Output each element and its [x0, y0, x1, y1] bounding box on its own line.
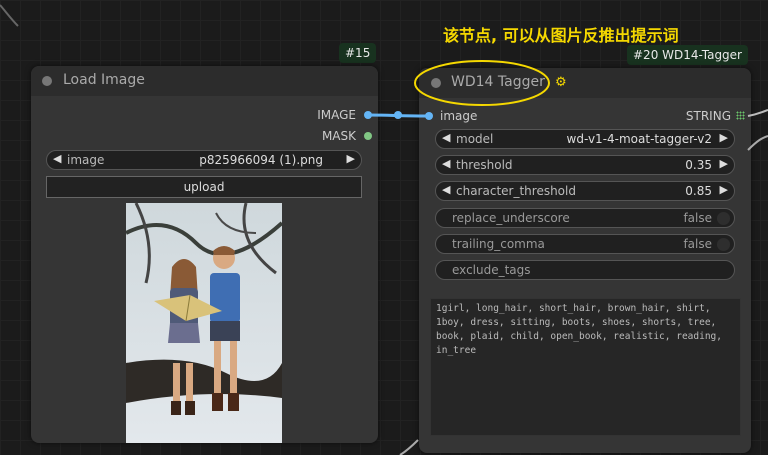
load-image-node[interactable]: Load Image IMAGE MASK ◀ image p825966094… [31, 66, 378, 443]
output-string-socket-icon[interactable] [736, 111, 745, 120]
character-threshold-label: character_threshold [456, 184, 576, 198]
arrow-left-icon[interactable]: ◀ [442, 157, 450, 170]
model-label: model [456, 132, 494, 146]
arrow-left-icon[interactable]: ◀ [53, 152, 61, 165]
arrow-right-icon[interactable]: ▶ [720, 157, 728, 170]
model-value: wd-v1-4-moat-tagger-v2 [566, 132, 712, 146]
toggle-off-icon[interactable] [717, 238, 730, 251]
output-mask-label: MASK [321, 129, 356, 143]
image-select-value: p825966094 (1).png [199, 153, 323, 167]
arrow-right-icon[interactable]: ▶ [347, 152, 355, 165]
trailing-comma-toggle[interactable]: trailing_comma false [435, 234, 735, 254]
collapse-dot-icon[interactable] [42, 76, 52, 86]
output-image-socket[interactable] [364, 111, 372, 119]
string-output-wire [747, 109, 768, 117]
character-threshold-widget[interactable]: ◀ character_threshold 0.85 ▶ [435, 181, 735, 201]
model-select-widget[interactable]: ◀ model wd-v1-4-moat-tagger-v2 ▶ [435, 129, 735, 149]
wd14-tagger-node[interactable]: WD14 Tagger ⚙ image STRING ◀ model wd-v1… [419, 68, 751, 453]
output-image-label: IMAGE [317, 108, 356, 122]
exclude-tags-field[interactable]: exclude_tags [435, 260, 735, 280]
tagger-title: WD14 Tagger [451, 74, 545, 90]
bottom-wire [399, 439, 419, 455]
replace-underscore-label: replace_underscore [452, 211, 570, 225]
output-mask-socket[interactable] [364, 132, 372, 140]
annotation-text: 该节点, 可以从图片反推出提示词 [443, 26, 679, 45]
toggle-off-icon[interactable] [717, 212, 730, 225]
arrow-left-icon[interactable]: ◀ [442, 183, 450, 196]
link-midpoint-dot [394, 111, 402, 119]
image-select-widget[interactable]: ◀ image p825966094 (1).png ▶ [46, 150, 362, 170]
trailing-comma-value: false [683, 237, 712, 251]
input-image-socket[interactable] [425, 112, 433, 120]
image-preview [126, 203, 282, 443]
top-left-wire [0, 4, 19, 27]
image-select-label: image [67, 153, 105, 167]
threshold-widget[interactable]: ◀ threshold 0.35 ▶ [435, 155, 735, 175]
output-string-label: STRING [685, 109, 731, 123]
arrow-right-icon[interactable]: ▶ [720, 183, 728, 196]
offscreen-wire [747, 135, 768, 151]
threshold-label: threshold [456, 158, 513, 172]
load-image-id-badge: #15 [339, 43, 377, 63]
trailing-comma-label: trailing_comma [452, 237, 545, 251]
python-icon: ⚙ [555, 75, 567, 90]
tagger-id-badge: #20 WD14-Tagger [627, 45, 748, 65]
arrow-left-icon[interactable]: ◀ [442, 131, 450, 144]
load-image-header[interactable]: Load Image [31, 66, 378, 96]
replace-underscore-value: false [683, 211, 712, 225]
threshold-value: 0.35 [685, 158, 712, 172]
exclude-tags-label: exclude_tags [452, 263, 531, 277]
upload-button[interactable]: upload [46, 176, 362, 198]
tags-output-textarea[interactable]: 1girl, long_hair, short_hair, brown_hair… [430, 298, 741, 436]
character-threshold-value: 0.85 [685, 184, 712, 198]
replace-underscore-toggle[interactable]: replace_underscore false [435, 208, 735, 228]
arrow-right-icon[interactable]: ▶ [720, 131, 728, 144]
load-image-title: Load Image [63, 72, 145, 88]
tagger-header[interactable]: WD14 Tagger ⚙ [419, 68, 751, 98]
input-image-label: image [440, 109, 478, 123]
collapse-dot-icon[interactable] [431, 78, 441, 88]
